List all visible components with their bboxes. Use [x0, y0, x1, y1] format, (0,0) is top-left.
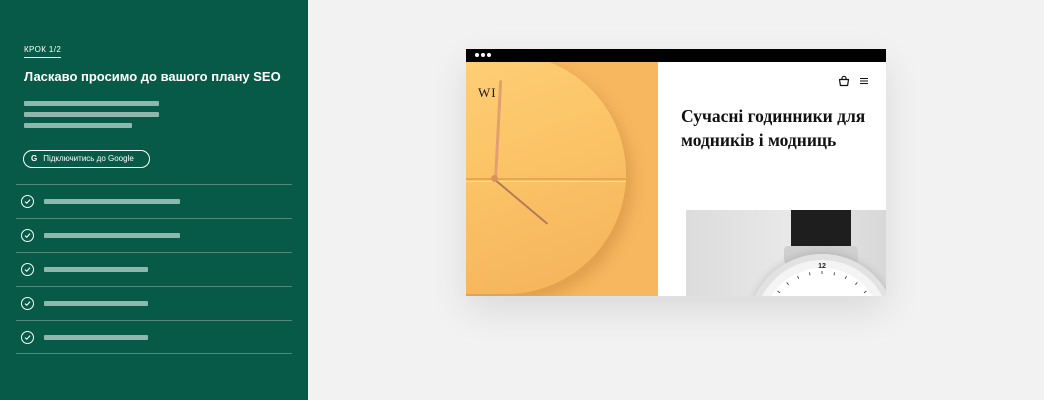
- clock-seam-highlight: [466, 181, 626, 182]
- window-dot-icon: [487, 53, 491, 57]
- site-logo[interactable]: WI: [478, 86, 497, 100]
- checklist-item-text-placeholder: [44, 335, 148, 340]
- hero-heading: Сучасні годинники для модників і модниць: [681, 106, 866, 150]
- panel-title: Ласкаво просимо до вашого плану SEO: [24, 69, 281, 84]
- connect-google-label: Підключитись до Google: [43, 154, 134, 163]
- watch-dial-ticks: [777, 271, 867, 294]
- step-indicator: КРОК 1/2: [24, 45, 62, 58]
- checklist-item-text-placeholder: [44, 233, 180, 238]
- checklist-item[interactable]: [16, 253, 292, 286]
- checklist-item-text-placeholder: [44, 199, 180, 204]
- description-line: [24, 101, 159, 106]
- stage: КРОК 1/2 Ласкаво просимо до вашого плану…: [0, 0, 1044, 400]
- checklist-item[interactable]: [16, 321, 292, 354]
- check-circle-icon: [21, 229, 34, 242]
- google-icon: G: [31, 154, 38, 163]
- checklist-item[interactable]: [16, 219, 292, 252]
- clock-seam: [466, 178, 626, 180]
- checklist-item-text-placeholder: [44, 301, 148, 306]
- check-circle-icon: [21, 297, 34, 310]
- description-line: [24, 123, 132, 128]
- check-circle-icon: [21, 195, 34, 208]
- check-circle-icon: [21, 263, 34, 276]
- watch-product-image[interactable]: 12: [686, 210, 886, 296]
- window-dot-icon: [475, 53, 479, 57]
- checklist-item-text-placeholder: [44, 267, 148, 272]
- website-preview: WI Сучасні годинники для модників і модн…: [466, 49, 886, 296]
- window-dot-icon: [481, 53, 485, 57]
- browser-titlebar: [466, 49, 886, 62]
- site-header-icons: [838, 75, 869, 87]
- checklist-item[interactable]: [16, 287, 292, 320]
- cart-icon[interactable]: [838, 75, 850, 87]
- check-circle-icon: [21, 331, 34, 344]
- hero-clock-image: WI: [466, 62, 658, 296]
- checklist-item[interactable]: [16, 185, 292, 218]
- watch-dial-number: 12: [818, 263, 826, 270]
- divider: [16, 353, 292, 354]
- connect-google-button[interactable]: G Підключитись до Google: [23, 150, 150, 168]
- seo-setup-panel: КРОК 1/2 Ласкаво просимо до вашого плану…: [0, 0, 308, 400]
- clock-center-pin: [491, 175, 498, 182]
- menu-icon[interactable]: [859, 76, 869, 86]
- description-line: [24, 112, 159, 117]
